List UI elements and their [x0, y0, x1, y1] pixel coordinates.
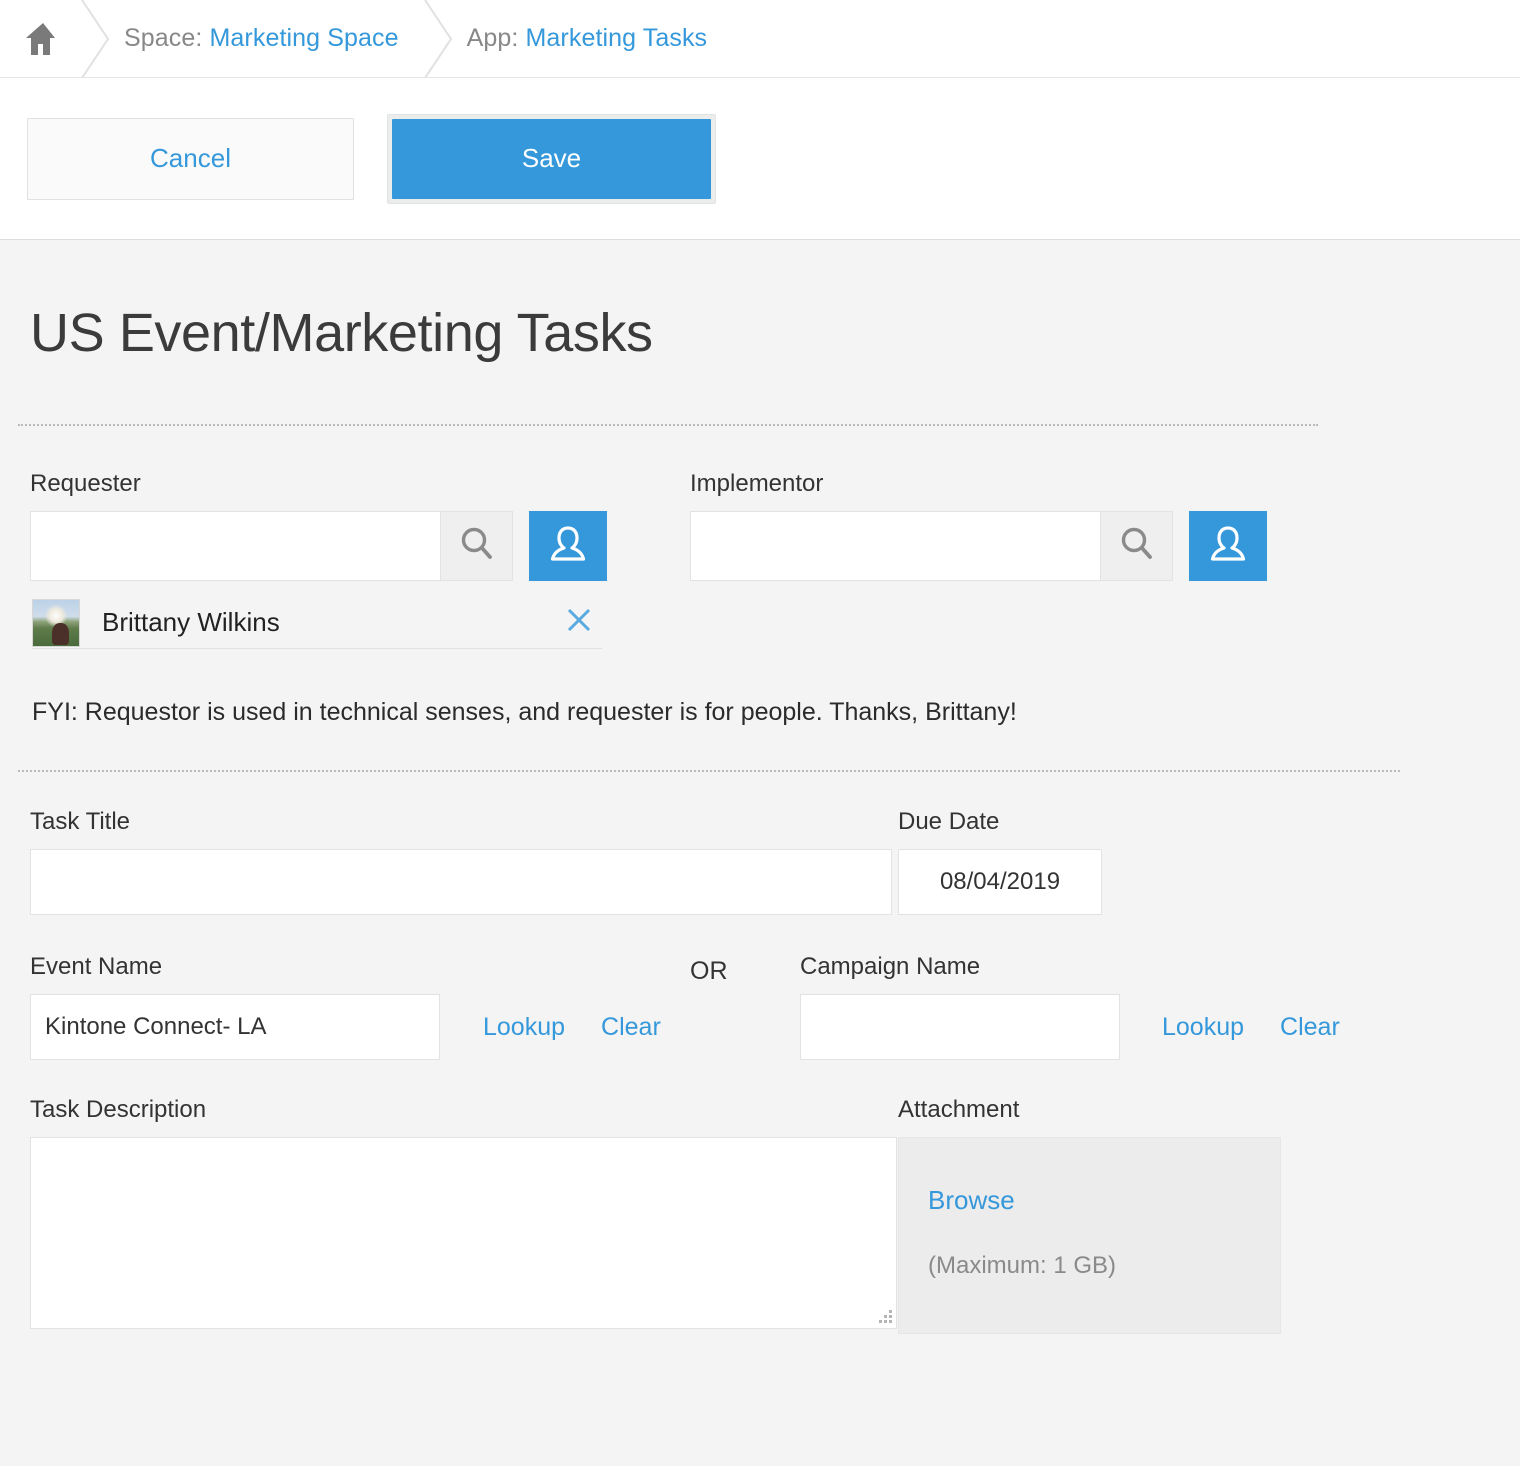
attachment-browse-link[interactable]: Browse: [928, 1185, 1015, 1216]
task-description-label: Task Description: [30, 1096, 898, 1124]
event-name-label: Event Name: [30, 953, 690, 981]
event-name-field: Event Name Lookup Clear: [0, 953, 690, 1060]
campaign-name-clear-link[interactable]: Clear: [1280, 1013, 1340, 1042]
attachment-field: Attachment Browse (Maximum: 1 GB): [898, 1096, 1281, 1334]
person-icon: [1206, 522, 1250, 571]
requester-search-button[interactable]: [440, 512, 512, 580]
cancel-button[interactable]: Cancel: [27, 118, 354, 200]
campaign-name-lookup-link[interactable]: Lookup: [1162, 1013, 1244, 1042]
requester-person-picker-button[interactable]: [529, 511, 607, 581]
task-description-field: Task Description: [0, 1096, 898, 1329]
fyi-note: FYI: Requestor is used in technical sens…: [32, 691, 1092, 734]
campaign-name-field: Campaign Name Lookup Clear: [800, 953, 1340, 1060]
breadcrumb-separator-2: [417, 0, 457, 78]
requester-input-wrapper: [30, 511, 513, 581]
attachment-dropzone[interactable]: Browse (Maximum: 1 GB): [898, 1137, 1281, 1334]
action-toolbar: Cancel Save: [0, 78, 1520, 240]
breadcrumb-separator-1: [74, 0, 114, 78]
task-title-field: Task Title: [0, 808, 898, 915]
save-button-wrapper: Save: [387, 114, 716, 204]
or-label: OR: [690, 957, 728, 985]
implementor-person-picker-button[interactable]: [1189, 511, 1267, 581]
implementor-label: Implementor: [690, 470, 1380, 498]
task-description-wrapper: [30, 1137, 897, 1329]
breadcrumb-app: App: Marketing Tasks: [467, 24, 708, 53]
requester-selected-person: Brittany Wilkins: [32, 597, 602, 649]
due-date-label: Due Date: [898, 808, 1102, 836]
due-date-field: Due Date: [898, 808, 1102, 915]
breadcrumb-space: Space: Marketing Space: [124, 24, 399, 53]
event-name-clear-link[interactable]: Clear: [601, 1013, 661, 1042]
requester-remove-person-button[interactable]: [556, 605, 602, 640]
section-divider-middle: [18, 770, 1400, 772]
page-title: US Event/Marketing Tasks: [0, 240, 1520, 364]
requester-person-name: Brittany Wilkins: [102, 607, 556, 638]
event-name-input[interactable]: [30, 994, 440, 1060]
implementor-search-input[interactable]: [691, 512, 1100, 580]
requester-label: Requester: [30, 470, 690, 498]
task-description-input[interactable]: [30, 1137, 897, 1329]
implementor-field: Implementor: [690, 470, 1380, 649]
campaign-name-input[interactable]: [800, 994, 1120, 1060]
requester-field: Requester: [0, 470, 690, 649]
search-icon: [1117, 524, 1157, 569]
due-date-input[interactable]: [898, 849, 1102, 915]
event-name-lookup-link[interactable]: Lookup: [483, 1013, 565, 1042]
or-separator: OR: [690, 953, 800, 986]
attachment-label: Attachment: [898, 1096, 1281, 1124]
breadcrumb-space-link[interactable]: Marketing Space: [209, 24, 398, 52]
breadcrumb: Space: Marketing Space App: Marketing Ta…: [0, 0, 1520, 78]
section-divider-top: [18, 424, 1318, 426]
task-title-label: Task Title: [30, 808, 898, 836]
person-icon: [546, 522, 590, 571]
requester-search-input[interactable]: [31, 512, 440, 580]
close-icon: [564, 605, 594, 640]
implementor-input-wrapper: [690, 511, 1173, 581]
breadcrumb-space-prefix: Space:: [124, 24, 202, 52]
record-form: US Event/Marketing Tasks Requester: [0, 240, 1520, 1464]
avatar: [32, 599, 80, 647]
campaign-name-label: Campaign Name: [800, 953, 1340, 981]
breadcrumb-app-prefix: App:: [467, 24, 519, 52]
home-button[interactable]: [12, 21, 74, 57]
search-icon: [457, 524, 497, 569]
breadcrumb-app-link[interactable]: Marketing Tasks: [525, 24, 707, 52]
home-icon: [24, 21, 62, 57]
task-title-input[interactable]: [30, 849, 892, 915]
implementor-search-button[interactable]: [1100, 512, 1172, 580]
attachment-max-note: (Maximum: 1 GB): [928, 1252, 1280, 1280]
save-button[interactable]: Save: [392, 119, 711, 199]
